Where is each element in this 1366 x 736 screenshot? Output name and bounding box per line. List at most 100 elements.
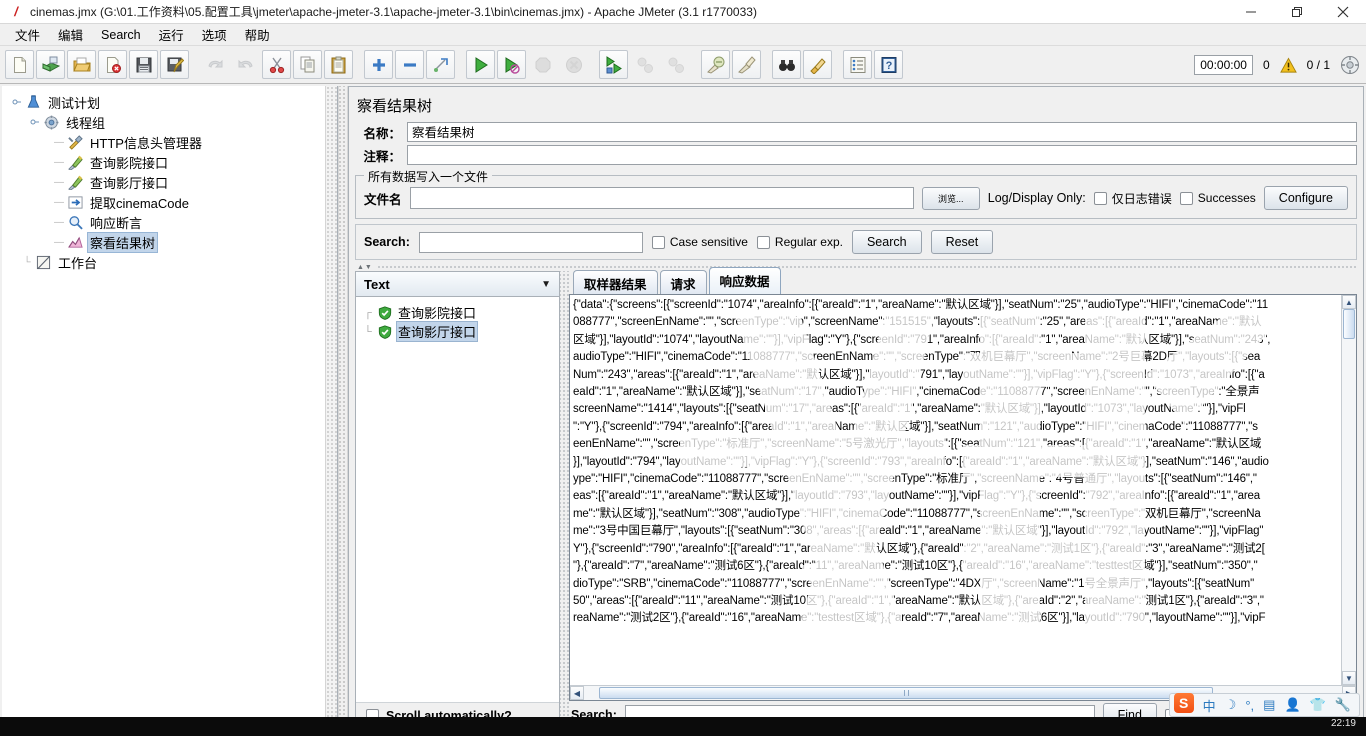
templates-icon[interactable] [36, 50, 65, 79]
remote-start-all-icon[interactable] [599, 50, 628, 79]
scroll-track[interactable] [1342, 309, 1356, 671]
errors-only-checkbox[interactable]: 仅日志错误 [1093, 190, 1172, 207]
minimize-button[interactable] [1228, 0, 1274, 24]
search-regex-checkbox[interactable]: Regular exp. [756, 235, 843, 249]
ime-punctuation-icon[interactable]: °, [1245, 698, 1254, 713]
undo-icon[interactable] [200, 50, 229, 79]
scroll-thumb[interactable] [599, 687, 1214, 699]
checkbox-box[interactable] [1093, 191, 1107, 205]
browse-button[interactable]: 浏览... [921, 186, 980, 210]
tree-node-thread-group[interactable]: 线程组 [6, 112, 337, 132]
save-as-icon[interactable] [160, 50, 189, 79]
tree-node-query-hall-api[interactable]: — 查询影厅接口 [6, 172, 337, 192]
horizontal-splitter[interactable]: ▲▼ [355, 263, 1357, 271]
configure-button[interactable]: Configure [1263, 186, 1348, 210]
help-icon[interactable]: ? [874, 50, 903, 79]
warning-triangle-icon[interactable] [1279, 56, 1297, 74]
scroll-left-icon[interactable]: ◀ [570, 686, 584, 700]
shutdown-icon[interactable] [559, 50, 588, 79]
reset-button[interactable]: Reset [930, 230, 994, 254]
ime-keyboard-icon[interactable]: ▤ [1263, 697, 1275, 713]
menu-search[interactable]: Search [92, 26, 150, 44]
clear-icon[interactable] [701, 50, 730, 79]
checkbox-box[interactable] [756, 235, 770, 249]
close-file-icon[interactable] [98, 50, 127, 79]
tree-node-workbench[interactable]: └ 工作台 [6, 252, 337, 272]
search-reset-icon[interactable] [803, 50, 832, 79]
chevron-down-icon[interactable]: ▼ [541, 279, 557, 290]
clear-all-icon[interactable] [732, 50, 761, 79]
tree-node-extract-cinemacode[interactable]: — 提取cinemaCode [6, 192, 337, 212]
menu-edit[interactable]: 编辑 [49, 23, 92, 46]
ime-user-icon[interactable]: 👤 [1284, 697, 1300, 713]
remote-stop-all-icon[interactable] [630, 50, 659, 79]
save-icon[interactable] [129, 50, 158, 79]
expander-icon[interactable] [28, 115, 42, 129]
ime-tools-icon[interactable]: 🔧 [1335, 697, 1351, 713]
tree-node-http-header-manager[interactable]: — HTTP信息头管理器 [6, 132, 337, 152]
response-vertical-scrollbar[interactable]: ▲ ▼ [1341, 295, 1356, 685]
filename-input[interactable] [409, 187, 914, 209]
close-button[interactable] [1320, 0, 1366, 24]
scroll-up-icon[interactable]: ▲ [1342, 295, 1356, 309]
search-input[interactable] [418, 231, 643, 253]
comment-input[interactable] [407, 145, 1357, 165]
group-legend: 所有数据写入一个文件 [364, 168, 493, 185]
collapse-all-icon[interactable] [395, 50, 424, 79]
search-case-sensitive-checkbox[interactable]: Case sensitive [651, 235, 748, 249]
splitter-arrows-icon[interactable]: ▲▼ [355, 264, 373, 271]
function-helper-icon[interactable] [843, 50, 872, 79]
start-no-pauses-icon[interactable] [497, 50, 526, 79]
tree-elbow: ┌ [364, 306, 372, 319]
menu-file[interactable]: 文件 [6, 23, 49, 46]
paste-icon[interactable] [324, 50, 353, 79]
menu-run[interactable]: 运行 [150, 23, 193, 46]
windows-taskbar: 22:19 [0, 717, 1366, 736]
ime-skin-icon[interactable]: 👕 [1310, 697, 1326, 713]
remote-status-icon[interactable] [1340, 55, 1360, 75]
scroll-thumb[interactable] [1343, 309, 1355, 339]
expander-icon[interactable] [10, 95, 24, 109]
checkbox-box[interactable] [651, 235, 665, 249]
scroll-down-icon[interactable]: ▼ [1342, 671, 1356, 685]
result-item[interactable]: ┌ 查询影院接口 [364, 303, 559, 322]
start-icon[interactable] [466, 50, 495, 79]
result-item[interactable]: └ 查询影厅接口 [364, 321, 559, 342]
tree-label: 查询影院接口 [90, 155, 169, 171]
name-input[interactable]: 察看结果树 [407, 122, 1357, 142]
checkbox-box[interactable] [1179, 191, 1193, 205]
remote-shutdown-all-icon[interactable] [661, 50, 690, 79]
successes-checkbox[interactable]: Successes [1179, 191, 1256, 205]
tree-node-response-assertion[interactable]: — 响应断言 [6, 212, 337, 232]
stop-icon[interactable] [528, 50, 557, 79]
copy-icon[interactable] [293, 50, 322, 79]
ime-moon-icon[interactable]: ☽ [1225, 697, 1237, 713]
open-icon[interactable] [67, 50, 96, 79]
comment-label: 注释： [363, 149, 401, 164]
search-button[interactable]: Search [851, 230, 922, 254]
tree-node-test-plan[interactable]: 测试计划 [6, 92, 337, 112]
maximize-restore-button[interactable] [1274, 0, 1320, 24]
main-splitter[interactable] [338, 86, 348, 734]
splitter-grip[interactable] [376, 264, 1357, 270]
cut-icon[interactable] [262, 50, 291, 79]
tree-node-view-results-tree[interactable]: — 察看结果树 [6, 231, 337, 253]
expand-all-icon[interactable] [364, 50, 393, 79]
tree-node-query-cinema-api[interactable]: — 查询影院接口 [6, 152, 337, 172]
tab-sampler-result[interactable]: 取样器结果 [573, 270, 658, 295]
filename-row: 文件名 浏览... Log/Display Only: 仅日志错误 Succes… [364, 186, 1348, 210]
ime-chinese-mode-icon[interactable]: 中 [1203, 696, 1216, 715]
search-icon[interactable] [772, 50, 801, 79]
redo-icon[interactable] [231, 50, 260, 79]
toggle-icon[interactable] [426, 50, 455, 79]
tab-request[interactable]: 请求 [659, 270, 707, 295]
menu-options[interactable]: 选项 [193, 23, 236, 46]
renderer-select[interactable]: Text ▼ [356, 272, 559, 297]
results-vertical-splitter[interactable] [560, 271, 569, 729]
tab-response-data[interactable]: 响应数据 [708, 267, 781, 294]
new-icon[interactable] [5, 50, 34, 79]
response-data-text[interactable]: {"data":{"screens":[{"screenId":"1074","… [570, 295, 1341, 685]
sogou-logo-icon[interactable]: S [1173, 693, 1194, 713]
menu-help[interactable]: 帮助 [236, 23, 279, 46]
tree-vertical-scrollbar[interactable] [325, 86, 337, 733]
